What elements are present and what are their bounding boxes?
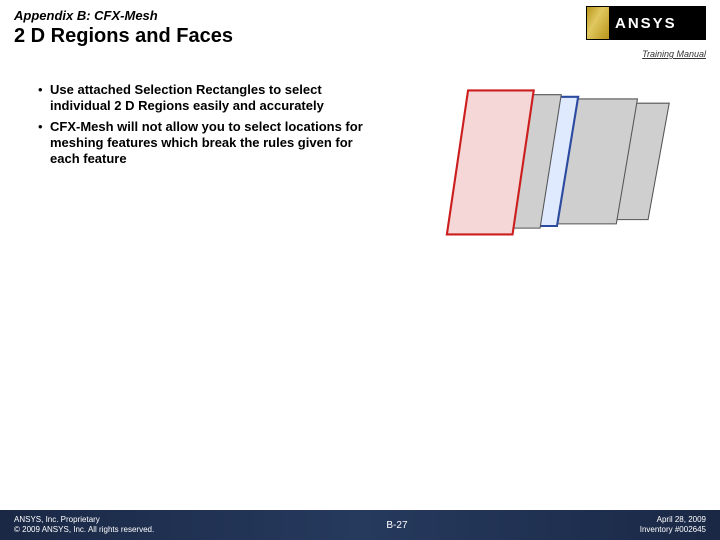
bullet-list: Use attached Selection Rectangles to sel… xyxy=(38,82,378,262)
footer-left: ANSYS, Inc. Proprietary © 2009 ANSYS, In… xyxy=(14,515,154,534)
footer-proprietary: ANSYS, Inc. Proprietary xyxy=(14,515,154,525)
logo-swoosh-icon xyxy=(587,7,609,39)
footer-date: April 28, 2009 xyxy=(640,515,706,525)
footer-bar: ANSYS, Inc. Proprietary © 2009 ANSYS, In… xyxy=(0,510,720,540)
logo-block: ANSYS Training Manual xyxy=(586,6,706,62)
footer-copyright: © 2009 ANSYS, Inc. All rights reserved. xyxy=(14,525,154,535)
list-item: CFX-Mesh will not allow you to select lo… xyxy=(38,119,378,168)
ansys-logo: ANSYS xyxy=(586,6,706,40)
training-manual-label: Training Manual xyxy=(642,49,706,59)
selection-rectangles-icon xyxy=(408,82,706,262)
page-number: B-27 xyxy=(386,520,407,531)
list-item: Use attached Selection Rectangles to sel… xyxy=(38,82,378,115)
footer-right: April 28, 2009 Inventory #002645 xyxy=(640,515,706,534)
footer-inventory: Inventory #002645 xyxy=(640,525,706,535)
logo-text: ANSYS xyxy=(609,15,677,32)
regions-figure xyxy=(408,82,706,262)
